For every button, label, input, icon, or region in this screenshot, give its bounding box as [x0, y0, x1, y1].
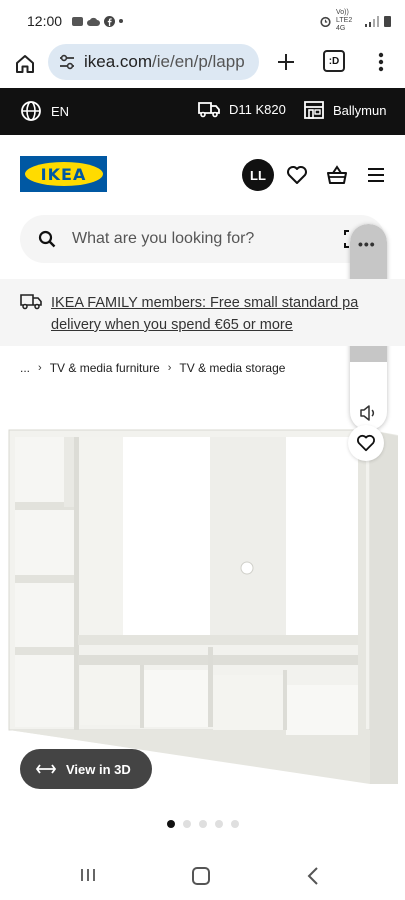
utility-bar: EN D11 K820 Ballymun: [0, 88, 405, 135]
new-tab-button[interactable]: [272, 48, 300, 76]
status-time: 12:00: [27, 13, 63, 29]
url-host: ikea.com: [84, 52, 153, 71]
store-selector[interactable]: Ballymun: [303, 100, 386, 120]
address-bar[interactable]: ikea.com/ie/en/p/lapp: [48, 44, 259, 80]
more-notifications-dot: [119, 19, 124, 23]
plus-icon: [278, 54, 294, 70]
home-nav-icon[interactable]: [192, 867, 210, 885]
heart-icon: [357, 434, 375, 452]
facebook-icon: [104, 15, 116, 27]
breadcrumb: ... › TV & media furniture › TV & media …: [20, 361, 285, 375]
language-label: EN: [51, 103, 70, 119]
browser-toolbar: ikea.com/ie/en/p/lapp :D: [0, 42, 405, 88]
home-icon: [16, 55, 34, 73]
banner-line-1: IKEA FAMILY members: Free small standard…: [51, 295, 359, 311]
battery-icon: [384, 15, 391, 27]
signal-icon: [365, 15, 379, 27]
add-to-favourites-button[interactable]: [348, 425, 384, 461]
heart-icon: [287, 166, 307, 184]
banner-line-2: delivery when you spend €65 or more: [51, 317, 293, 333]
overlay-more-icon[interactable]: •••: [358, 236, 376, 252]
product-image: [8, 429, 398, 784]
chevron-right-icon: ›: [167, 362, 172, 374]
store-label: Ballymun: [333, 102, 387, 118]
breadcrumb-item[interactable]: TV & media furniture: [50, 361, 160, 375]
store-icon: [304, 101, 324, 119]
postcode-selector[interactable]: D11 K820: [198, 100, 286, 118]
system-navigation-bar: [0, 852, 405, 900]
tab-switcher-button[interactable]: :D: [323, 50, 345, 72]
status-icons-left: [72, 15, 124, 27]
browser-menu-button[interactable]: [370, 48, 392, 76]
family-banner-link[interactable]: IKEA FAMILY members: Free small standard…: [51, 292, 361, 336]
carousel-dot[interactable]: [231, 820, 239, 828]
carousel-dot[interactable]: [215, 820, 223, 828]
back-icon[interactable]: [306, 866, 320, 886]
search-icon: [38, 230, 56, 248]
ikea-logo-text: IKEA: [24, 162, 103, 186]
rotate-3d-icon: [36, 764, 56, 774]
product-image-carousel[interactable]: [0, 400, 405, 800]
browser-home-button[interactable]: [12, 51, 38, 77]
breadcrumb-ellipsis[interactable]: ...: [20, 361, 30, 375]
ikea-logo[interactable]: IKEA: [20, 156, 107, 192]
chevron-right-icon: ›: [38, 362, 42, 374]
cloud-icon: [87, 17, 101, 26]
search-input[interactable]: What are you looking for?: [72, 230, 254, 248]
url-path: /ie/en/p/lapp: [152, 52, 245, 71]
carousel-indicator: [167, 820, 239, 828]
status-bar: 12:00 Vo)) LTE2 4G: [0, 0, 405, 42]
globe-icon: [21, 101, 41, 121]
alarm-icon: [320, 16, 331, 27]
carousel-dot[interactable]: [199, 820, 207, 828]
carousel-dot[interactable]: [183, 820, 191, 828]
search-bar[interactable]: What are you looking for?: [20, 215, 385, 263]
postcode-label: D11 K820: [229, 101, 286, 117]
account-avatar[interactable]: LL: [242, 159, 274, 191]
network-label: Vo)) LTE2 4G: [336, 9, 353, 32]
hamburger-icon: [368, 168, 384, 182]
basket-button[interactable]: [325, 163, 349, 187]
url-text: ikea.com/ie/en/p/lapp: [84, 52, 245, 72]
recent-apps-icon[interactable]: [80, 867, 96, 883]
notification-icon: [72, 16, 84, 26]
delivery-truck-icon: [20, 294, 42, 310]
more-vert-icon: [378, 52, 384, 72]
family-banner[interactable]: IKEA FAMILY members: Free small standard…: [0, 279, 405, 346]
carousel-dot[interactable]: [167, 820, 175, 828]
view-in-3d-label: View in 3D: [66, 761, 131, 777]
main-menu-button[interactable]: [364, 163, 388, 187]
site-settings-icon[interactable]: [58, 54, 76, 70]
favourites-button[interactable]: [285, 163, 309, 187]
basket-icon: [327, 165, 347, 184]
view-in-3d-button[interactable]: View in 3D: [20, 749, 152, 789]
truck-icon: [198, 102, 220, 118]
status-icons-right: Vo)) LTE2 4G: [320, 9, 391, 33]
breadcrumb-item[interactable]: TV & media storage: [179, 361, 285, 375]
language-selector[interactable]: EN: [20, 100, 69, 122]
